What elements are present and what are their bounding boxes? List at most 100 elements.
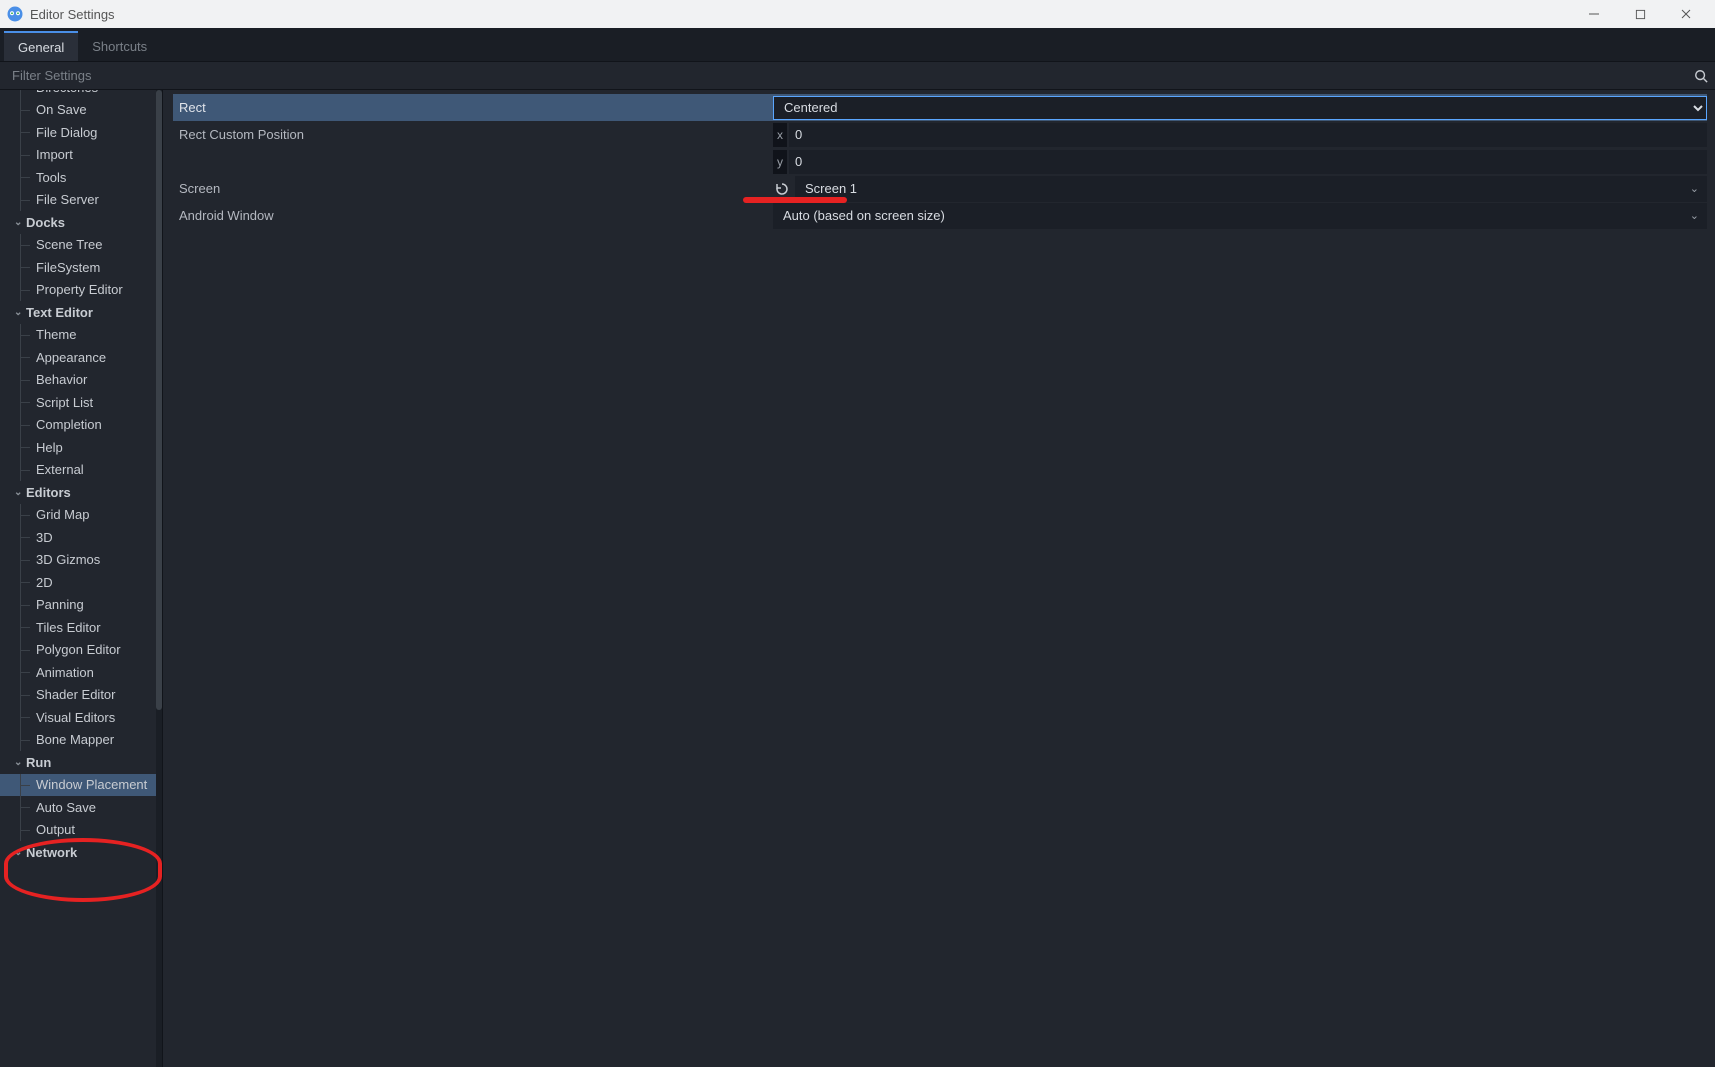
- vec2-y-label: y: [773, 150, 787, 174]
- chevron-down-icon: ⌄: [14, 487, 22, 498]
- rect-dropdown[interactable]: Centered: [773, 96, 1707, 120]
- tree-category-editors[interactable]: ⌄ Editors: [0, 481, 156, 504]
- android-window-dropdown[interactable]: Auto (based on screen size) ⌄: [773, 203, 1707, 229]
- screen-dropdown-value: Screen 1: [805, 181, 857, 196]
- tree-label: External: [36, 462, 84, 477]
- tree-item-file-dialog[interactable]: File Dialog: [0, 121, 156, 144]
- property-row-rect-custom-position: Rect Custom Position x: [173, 121, 1707, 148]
- screen-dropdown[interactable]: Screen 1 ⌄: [795, 176, 1707, 202]
- tree-label: Script List: [36, 395, 93, 410]
- tree-item-import[interactable]: Import: [0, 144, 156, 167]
- tree-label: Window Placement: [36, 777, 147, 792]
- android-window-dropdown-value: Auto (based on screen size): [783, 208, 945, 223]
- tree-category-docks[interactable]: ⌄ Docks: [0, 211, 156, 234]
- tree-category-run[interactable]: ⌄ Run: [0, 751, 156, 774]
- godot-logo-icon: [6, 5, 24, 23]
- chevron-down-icon: ⌄: [1690, 182, 1699, 195]
- search-icon[interactable]: [1687, 69, 1715, 83]
- tree-item-tools[interactable]: Tools: [0, 166, 156, 189]
- close-button[interactable]: [1663, 0, 1709, 28]
- titlebar: Editor Settings: [0, 0, 1715, 28]
- tree-label: 3D Gizmos: [36, 552, 100, 567]
- tree-item-filesystem[interactable]: FileSystem: [0, 256, 156, 279]
- tree-item-3d-gizmos[interactable]: 3D Gizmos: [0, 549, 156, 572]
- filter-input[interactable]: [0, 68, 1687, 83]
- chevron-down-icon: ⌄: [14, 217, 22, 228]
- tree-item-auto-save[interactable]: Auto Save: [0, 796, 156, 819]
- tree-item-panning[interactable]: Panning: [0, 594, 156, 617]
- tree-item-visual-editors[interactable]: Visual Editors: [0, 706, 156, 729]
- tree-label: Docks: [26, 215, 65, 230]
- tree-item-directories[interactable]: Directories: [0, 90, 156, 99]
- tree-item-file-server[interactable]: File Server: [0, 189, 156, 212]
- tree-item-theme[interactable]: Theme: [0, 324, 156, 347]
- tab-shortcuts[interactable]: Shortcuts: [78, 31, 161, 61]
- vec2-x-label: x: [773, 123, 787, 147]
- tree-item-2d[interactable]: 2D: [0, 571, 156, 594]
- tree-item-bone-mapper[interactable]: Bone Mapper: [0, 729, 156, 752]
- chevron-down-icon: ⌄: [14, 307, 22, 318]
- tree-label: Tiles Editor: [36, 620, 101, 635]
- tree-label: Property Editor: [36, 282, 123, 297]
- tree-item-external[interactable]: External: [0, 459, 156, 482]
- property-row-android-window: Android Window Auto (based on screen siz…: [173, 202, 1707, 229]
- tree-item-scene-tree[interactable]: Scene Tree: [0, 234, 156, 257]
- minimize-button[interactable]: [1571, 0, 1617, 28]
- tree-label: Completion: [36, 417, 102, 432]
- tree-item-behavior[interactable]: Behavior: [0, 369, 156, 392]
- tree-label: 2D: [36, 575, 53, 590]
- window-title: Editor Settings: [30, 7, 115, 22]
- property-panel: Rect Centered Rect Custom Position x y: [163, 90, 1715, 1067]
- tree-label: Visual Editors: [36, 710, 115, 725]
- sidebar-scrollbar[interactable]: [156, 90, 162, 1067]
- tree-label: File Dialog: [36, 125, 97, 140]
- tree-label: Text Editor: [26, 305, 93, 320]
- property-label-screen: Screen: [173, 181, 773, 196]
- tree-item-shader-editor[interactable]: Shader Editor: [0, 684, 156, 707]
- tree-label: Run: [26, 755, 51, 770]
- property-row-rect: Rect Centered: [173, 94, 1707, 121]
- filter-bar: [0, 62, 1715, 90]
- tree-item-animation[interactable]: Animation: [0, 661, 156, 684]
- tabstrip: General Shortcuts: [0, 28, 1715, 62]
- tree-item-grid-map[interactable]: Grid Map: [0, 504, 156, 527]
- reset-icon[interactable]: [773, 181, 791, 197]
- tree-category-text-editor[interactable]: ⌄ Text Editor: [0, 301, 156, 324]
- tree-item-completion[interactable]: Completion: [0, 414, 156, 437]
- tree-label: Auto Save: [36, 800, 96, 815]
- tree-item-window-placement[interactable]: Window Placement: [0, 774, 156, 797]
- tab-shortcuts-label: Shortcuts: [92, 39, 147, 54]
- maximize-button[interactable]: [1617, 0, 1663, 28]
- tree-label: On Save: [36, 102, 87, 117]
- tree-label: Tools: [36, 170, 66, 185]
- tree-item-appearance[interactable]: Appearance: [0, 346, 156, 369]
- tree-item-polygon-editor[interactable]: Polygon Editor: [0, 639, 156, 662]
- tree-label: Shader Editor: [36, 687, 116, 702]
- tree-item-script-list[interactable]: Script List: [0, 391, 156, 414]
- tree-label: Import: [36, 147, 73, 162]
- tree-item-output[interactable]: Output: [0, 819, 156, 842]
- tree-item-help[interactable]: Help: [0, 436, 156, 459]
- chevron-down-icon: ⌄: [14, 847, 22, 858]
- tab-general[interactable]: General: [4, 31, 78, 61]
- tree-item-3d[interactable]: 3D: [0, 526, 156, 549]
- tree-item-on-save[interactable]: On Save: [0, 99, 156, 122]
- rect-custom-x-input[interactable]: [789, 123, 1707, 147]
- tree-label: Output: [36, 822, 75, 837]
- tree-label: Scene Tree: [36, 237, 103, 252]
- tab-general-label: General: [18, 40, 64, 55]
- tree-category-network[interactable]: ⌄Network: [0, 841, 156, 864]
- tree-label: 3D: [36, 530, 53, 545]
- chevron-down-icon: ⌄: [14, 757, 22, 768]
- property-row-rect-custom-position-y: y: [173, 148, 1707, 175]
- tree-label: Editors: [26, 485, 71, 500]
- settings-tree-sidebar: Directories On Save File Dialog Import Tools…: [0, 90, 163, 1067]
- tree-label: Theme: [36, 327, 76, 342]
- tree-label: Animation: [36, 665, 94, 680]
- property-label-android-window: Android Window: [173, 208, 773, 223]
- property-label-rect-custom-position: Rect Custom Position: [173, 127, 773, 142]
- tree-item-tiles-editor[interactable]: Tiles Editor: [0, 616, 156, 639]
- rect-custom-y-input[interactable]: [789, 150, 1707, 174]
- tree-item-property-editor[interactable]: Property Editor: [0, 279, 156, 302]
- property-label-rect: Rect: [173, 100, 773, 115]
